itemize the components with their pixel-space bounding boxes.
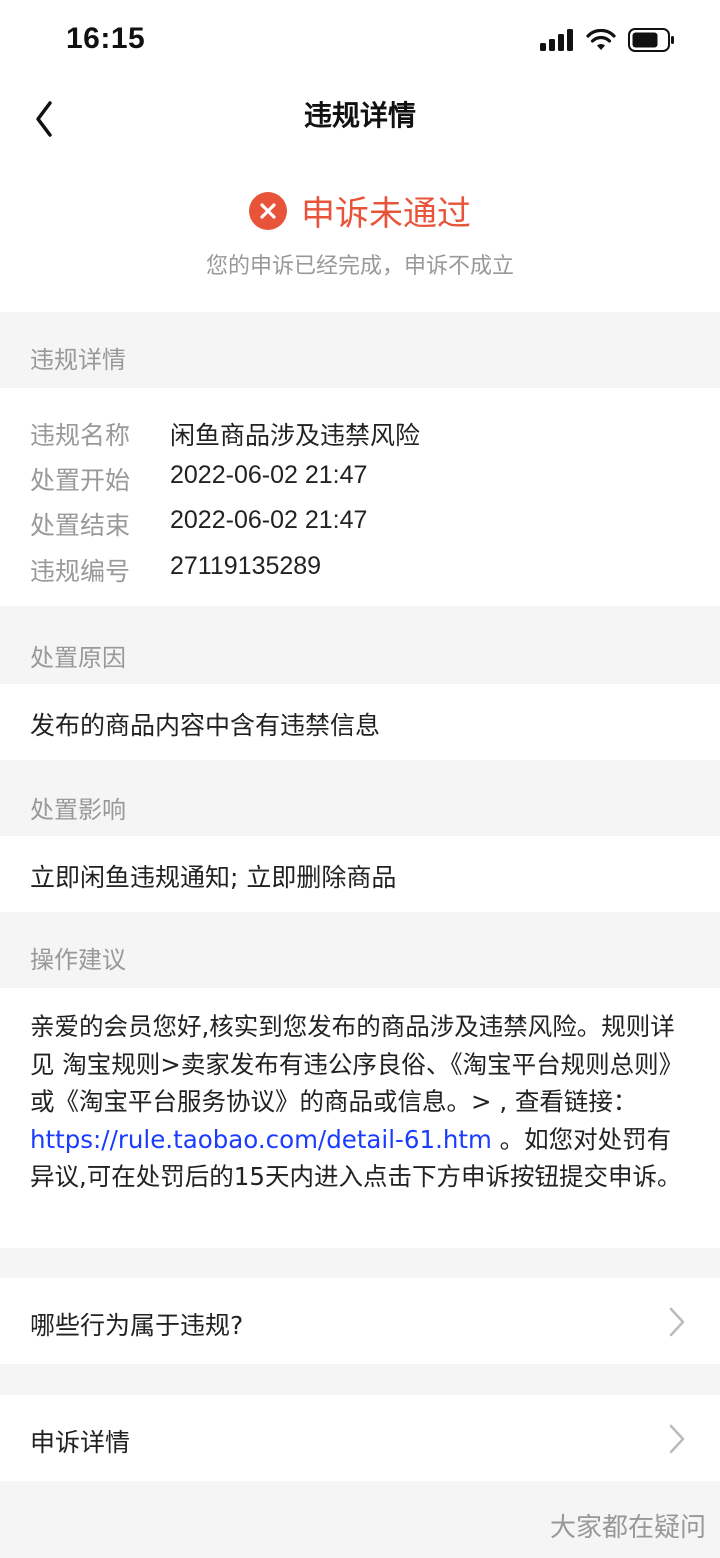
advice-text: 亲爱的会员您好,核实到您发布的商品涉及违禁风险。规则详见 淘宝规则>卖家发布有违… bbox=[30, 1008, 690, 1196]
result-title: 申诉未通过 bbox=[301, 194, 471, 234]
entry-label: 申诉详情 bbox=[30, 1428, 131, 1457]
advice-text-before: 亲爱的会员您好,核实到您发布的商品涉及违禁风险。规则详见 淘宝规则>卖家发布有违… bbox=[30, 1012, 684, 1116]
status-icons bbox=[540, 28, 676, 52]
nav-bar: 违规详情 bbox=[0, 80, 720, 150]
detail-row-end: 处置结束 2022-06-02 21:47 bbox=[30, 506, 367, 542]
battery-icon bbox=[628, 28, 674, 52]
page-title: 违规详情 bbox=[303, 99, 416, 132]
impact-section-title: 处置影响 bbox=[30, 796, 126, 824]
detail-key: 处置开始 bbox=[30, 466, 131, 495]
status-time: 16:15 bbox=[66, 22, 146, 55]
detail-key: 违规名称 bbox=[30, 421, 131, 450]
details-section-title: 违规详情 bbox=[30, 346, 126, 374]
reason-text: 发布的商品内容中含有违禁信息 bbox=[30, 711, 381, 740]
advice-section-title: 操作建议 bbox=[30, 946, 126, 974]
detail-value: 27119135289 bbox=[170, 552, 322, 580]
detail-value: 闲鱼商品涉及违禁风险 bbox=[170, 422, 421, 450]
detail-row-id: 违规编号 27119135289 bbox=[30, 552, 321, 588]
impact-text: 立即闲鱼违规通知; 立即删除商品 bbox=[30, 863, 397, 892]
details-card: 违规名称 闲鱼商品涉及违禁风险 处置开始 2022-06-02 21:47 处置… bbox=[0, 388, 720, 606]
appeal-details-entry[interactable]: 申诉详情 bbox=[0, 1395, 720, 1481]
result-subtitle: 您的申诉已经完成，申诉不成立 bbox=[205, 254, 514, 279]
chevron-right-icon bbox=[669, 1424, 685, 1454]
watermark: 大家都在疑问 bbox=[549, 1513, 706, 1543]
advice-card: 亲爱的会员您好,核实到您发布的商品涉及违禁风险。规则详见 淘宝规则>卖家发布有违… bbox=[0, 988, 720, 1248]
detail-row-start: 处置开始 2022-06-02 21:47 bbox=[30, 461, 367, 497]
entry-label: 哪些行为属于违规? bbox=[30, 1311, 244, 1340]
reason-card: 发布的商品内容中含有违禁信息 bbox=[0, 684, 720, 760]
detail-key: 处置结束 bbox=[30, 511, 131, 540]
reason-section-title: 处置原因 bbox=[30, 644, 126, 672]
rule-link[interactable]: https://rule.taobao.com/detail-61.htm bbox=[30, 1125, 492, 1154]
close-circle-icon bbox=[249, 191, 287, 230]
detail-value: 2022-06-02 21:47 bbox=[170, 461, 368, 489]
violation-behaviors-entry[interactable]: 哪些行为属于违规? bbox=[0, 1278, 720, 1364]
detail-row-name: 违规名称 闲鱼商品涉及违禁风险 bbox=[30, 416, 420, 452]
cellular-signal-icon bbox=[540, 29, 573, 51]
detail-value: 2022-06-02 21:47 bbox=[170, 506, 368, 534]
appeal-result: 申诉未通过 您的申诉已经完成，申诉不成立 bbox=[0, 150, 720, 312]
chevron-right-icon bbox=[669, 1307, 685, 1337]
detail-key: 违规编号 bbox=[30, 557, 131, 586]
wifi-icon bbox=[586, 29, 616, 50]
status-bar: 16:15 bbox=[0, 0, 720, 80]
impact-card: 立即闲鱼违规通知; 立即删除商品 bbox=[0, 836, 720, 912]
